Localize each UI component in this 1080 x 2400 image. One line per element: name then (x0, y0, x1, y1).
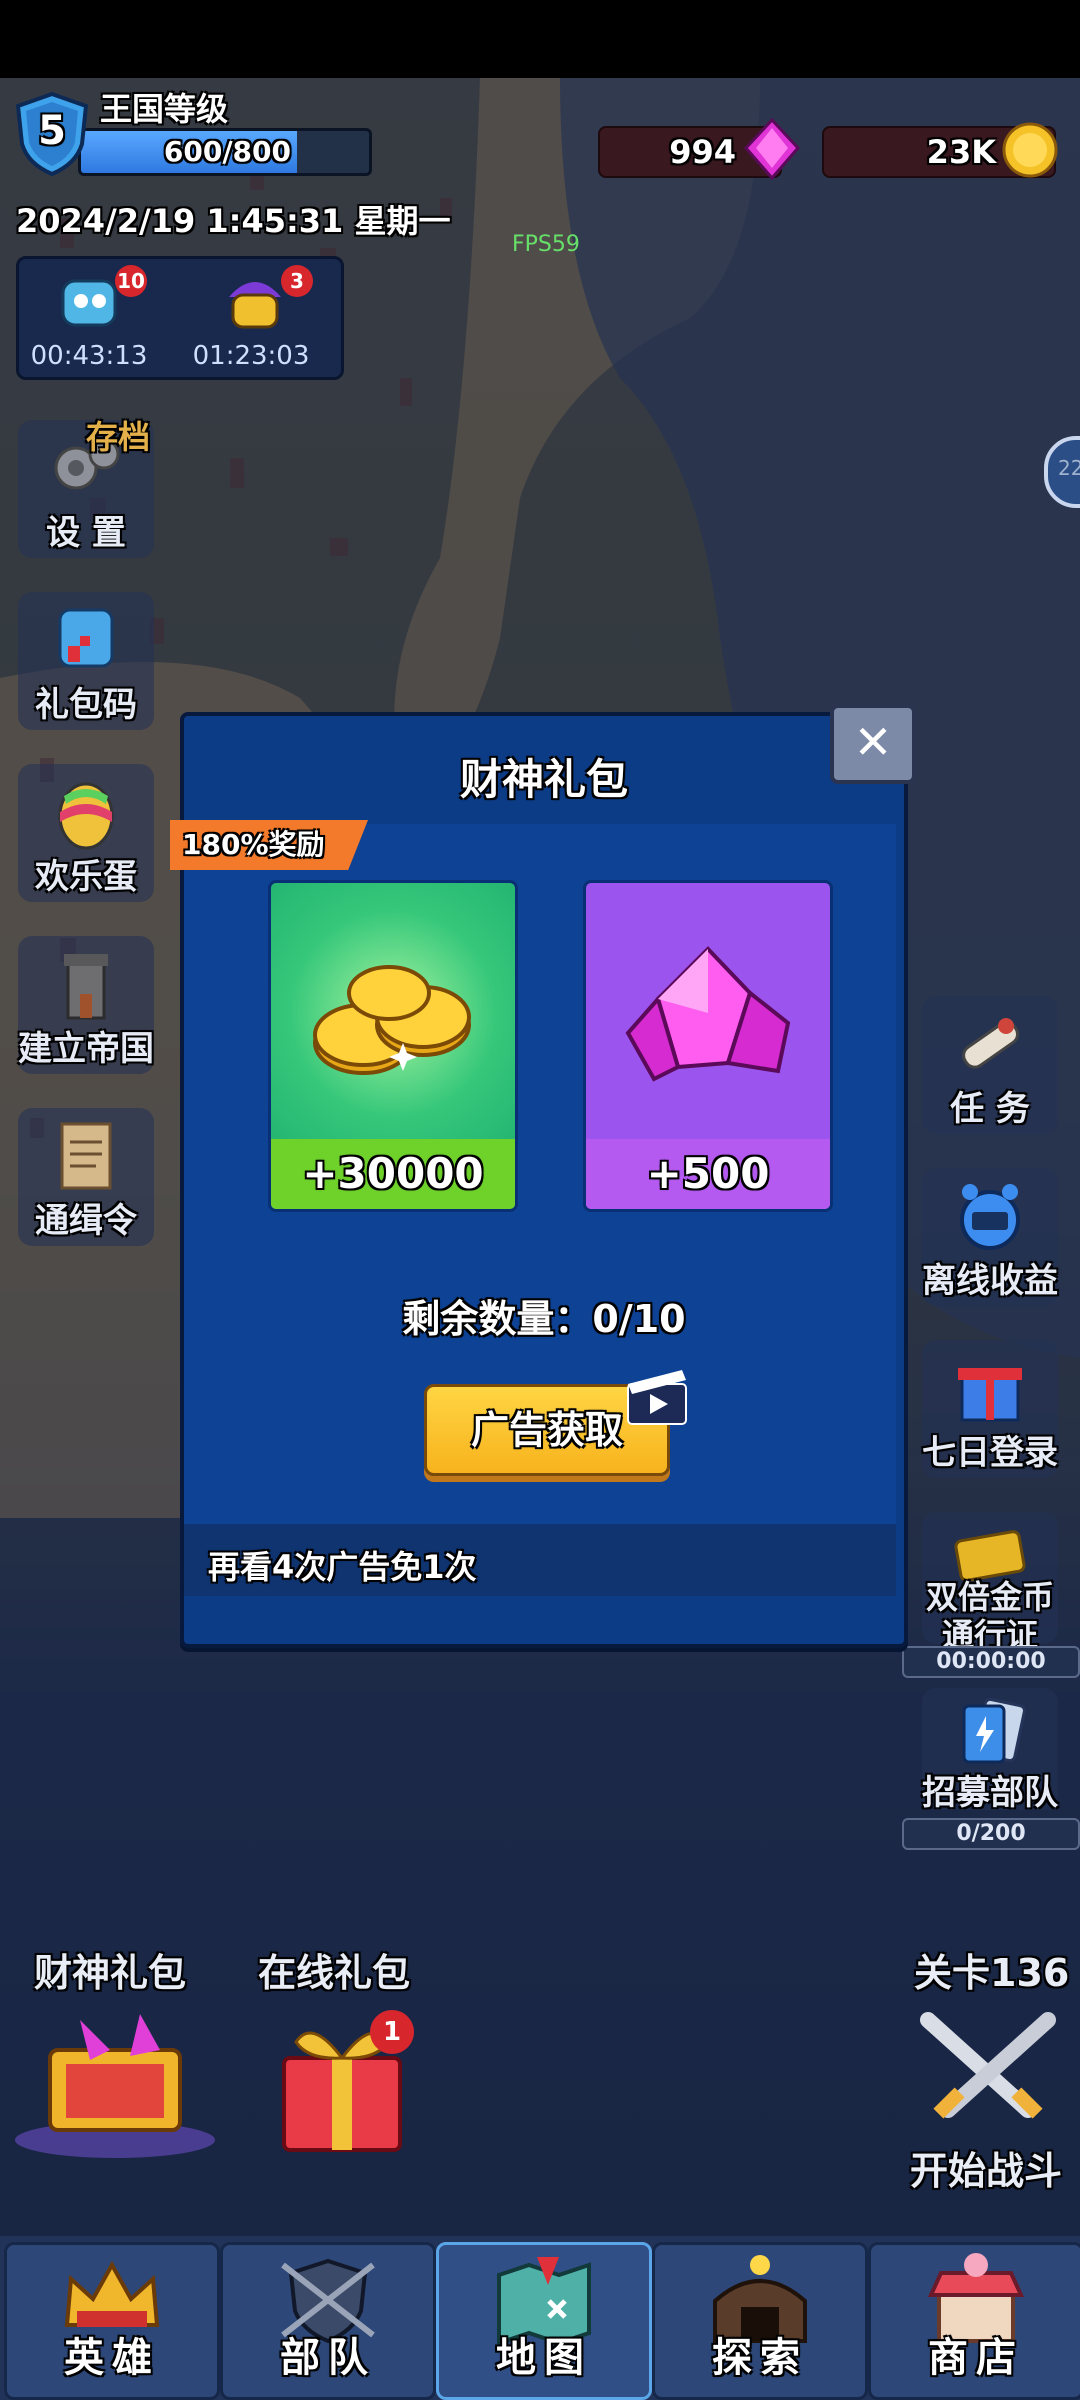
gold-coins-icon (313, 965, 471, 1075)
coin-reward-amount: +30000 (271, 1139, 515, 1209)
coin-icon (1002, 122, 1058, 178)
recruit-label: 招募部队 (922, 1773, 1058, 1813)
nav-label: 探索 (712, 2335, 808, 2381)
empire-label: 建立帝国 (18, 1029, 154, 1069)
hero-timer: 01:23:03 (192, 341, 310, 371)
video-clapper-icon (627, 1370, 687, 1425)
tasks-button[interactable]: 任 务 (922, 996, 1058, 1134)
alarm-clock-icon (960, 1184, 1020, 1250)
tasks-label: 任 务 (950, 1089, 1030, 1129)
nav-label: 部队 (280, 2335, 376, 2381)
hero-timer: 00:43:13 (30, 341, 148, 371)
bonus-ribbon: 180%奖励 (170, 820, 368, 870)
level-number: 5 (38, 108, 66, 154)
online-pack-badge: 1 (370, 2010, 414, 2054)
pass-timer: 00:00:00 (902, 1646, 1080, 1678)
gem-cluster-icon (625, 946, 791, 1082)
god-pack-label: 财神礼包 (34, 1951, 187, 1995)
close-button[interactable]: ✕ (830, 704, 916, 784)
bottom-nav: 英雄 部队 地图 探索 商店 (0, 2236, 1080, 2400)
offline-earnings-button[interactable]: 离线收益 (922, 1168, 1058, 1306)
fps-counter: FPS59 (512, 232, 580, 257)
scroll-icon (56, 608, 114, 668)
level-shield-icon[interactable]: 5 (15, 91, 89, 177)
coin-reward-card[interactable]: +30000 (268, 880, 518, 1212)
online-pack-label: 在线礼包 (258, 1951, 411, 1995)
happy-egg-button[interactable]: 欢乐蛋 (18, 764, 154, 902)
recruit-count: 0/200 (902, 1818, 1080, 1850)
rainbow-egg-icon (58, 782, 114, 850)
nav-label: 地图 (496, 2335, 592, 2381)
wanted-button[interactable]: 通缉令 (18, 1108, 154, 1246)
level-title: 王国等级 (100, 90, 229, 128)
double-coin-pass-button[interactable]: 双倍金币 通行证 (922, 1512, 1058, 1654)
settings-label: 设 置 (46, 513, 126, 553)
gem-reward-amount: +500 (586, 1139, 830, 1209)
empire-button[interactable]: 建立帝国 (18, 936, 154, 1074)
xp-text: 600/800 (163, 135, 291, 168)
gem-value: 994 (669, 133, 736, 171)
gem-reward-card[interactable]: +500 (583, 880, 833, 1212)
xp-progress-bar: 600/800 (78, 128, 372, 176)
nav-troops[interactable]: 部队 (220, 2242, 436, 2400)
quest-scroll-icon (962, 1018, 1020, 1069)
recruit-button[interactable]: 招募部队 (922, 1688, 1058, 1813)
seven-day-login-button[interactable]: 七日登录 (922, 1340, 1058, 1478)
hero-badge: 10 (115, 265, 147, 297)
dialog-title: 财神礼包 (459, 755, 628, 804)
wanted-poster-icon (60, 1122, 112, 1190)
nav-heroes[interactable]: 英雄 (4, 2242, 220, 2400)
settings-button[interactable]: 存档 设 置 (18, 418, 154, 558)
nav-map[interactable]: 地图 (436, 2242, 652, 2400)
nav-shop[interactable]: 商店 (868, 2242, 1080, 2400)
gift-box-icon (958, 1368, 1022, 1422)
datetime-text: 2024/2/19 1:45:31 星期一 (16, 202, 451, 240)
nav-label: 商店 (928, 2335, 1024, 2381)
ad-footer-note: 再看4次广告免1次 (208, 1548, 477, 1586)
cards-icon (962, 1697, 1026, 1764)
save-label[interactable]: 存档 (86, 412, 150, 458)
seven-day-login-label: 七日登录 (922, 1433, 1058, 1473)
offline-earnings-label: 离线收益 (922, 1261, 1058, 1301)
gift-code-button[interactable]: 礼包码 (18, 592, 154, 730)
coin-value: 23K (926, 133, 996, 171)
crossed-swords-icon[interactable] (908, 2000, 1068, 2130)
close-icon[interactable]: ✕ (854, 715, 893, 769)
wanted-label: 通缉令 (35, 1201, 137, 1241)
happy-egg-label: 欢乐蛋 (35, 857, 137, 897)
gem-icon (743, 118, 801, 180)
hero-badge: 3 (281, 265, 313, 297)
nav-explore[interactable]: 探索 (652, 2242, 868, 2400)
status-bar (0, 0, 1080, 78)
tower-icon (64, 954, 108, 1020)
nav-label: 英雄 (64, 2335, 160, 2381)
treasure-chest-icon[interactable] (10, 2000, 220, 2160)
gift-code-label: 礼包码 (35, 685, 137, 725)
start-battle-button[interactable]: 开始战斗 (910, 2140, 1062, 2195)
stage-label: 关卡136 (914, 1951, 1070, 1995)
remaining-count: 剩余数量：0/10 (402, 1297, 686, 1341)
edge-badge-text: 22 (1058, 456, 1080, 480)
hero-timers-panel[interactable]: 10 00:43:13 3 01:23:03 (16, 256, 344, 380)
